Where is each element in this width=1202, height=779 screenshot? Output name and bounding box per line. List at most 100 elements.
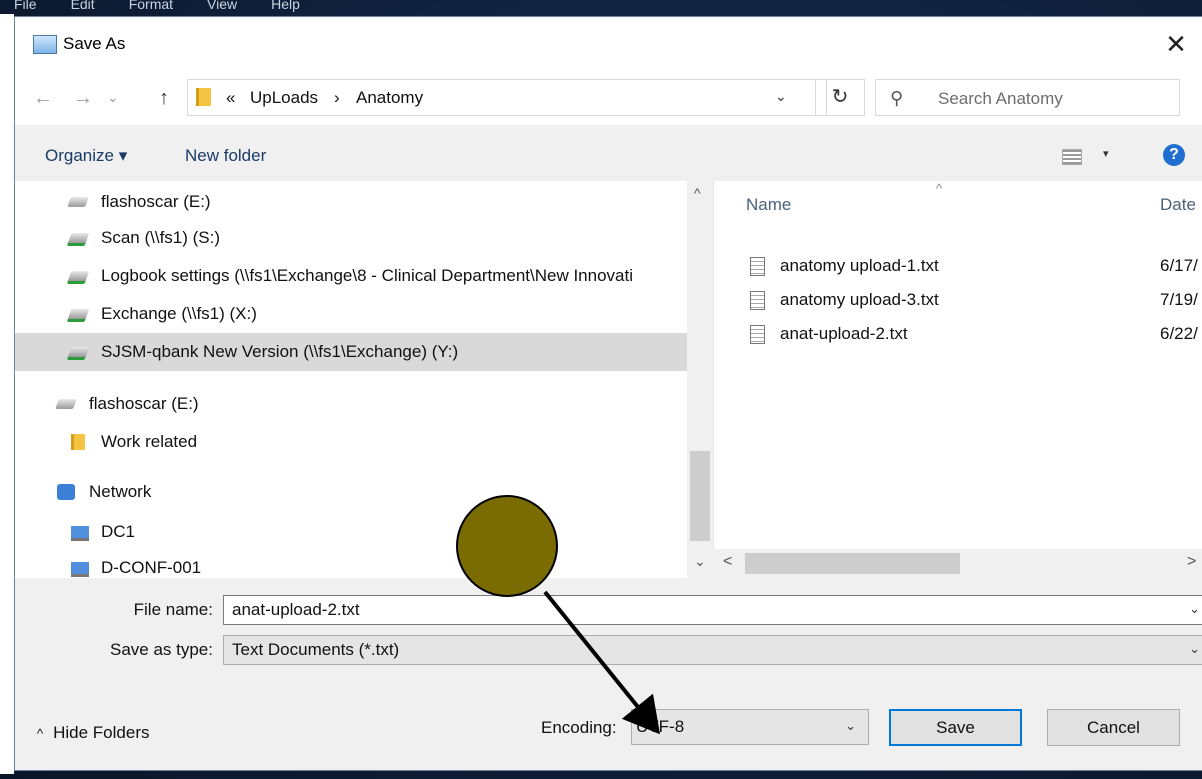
background-menubar: File Edit Format View Help (0, 0, 330, 14)
file-row[interactable]: anat-upload-2.txt 6/22/ (746, 317, 1202, 351)
encoding-label: Encoding: (541, 718, 617, 737)
address-row: ← → ⌄ ↑ « UpLoads › Anatomy ⌄ ↻ ⚲ Search… (15, 73, 1202, 125)
save-button[interactable]: Save (889, 709, 1022, 746)
computer-icon (71, 526, 89, 541)
save-as-type-value: Text Documents (*.txt) (232, 640, 400, 659)
cancel-button[interactable]: Cancel (1047, 709, 1180, 746)
view-dropdown-icon[interactable]: ▾ (1103, 147, 1109, 160)
help-icon[interactable]: ? (1163, 144, 1185, 166)
file-name-label: File name: (133, 600, 213, 619)
chevron-up-icon: ^ (37, 726, 44, 741)
tree-item-label: Work related (101, 432, 198, 451)
column-header-name[interactable]: Name (746, 195, 791, 215)
refresh-icon[interactable]: ↻ (815, 79, 865, 116)
chevron-down-icon[interactable]: ⌄ (1189, 601, 1200, 617)
file-date: 6/22/ (1160, 324, 1198, 343)
network-drive-icon (66, 347, 90, 360)
file-name-field[interactable]: anat-upload-2.txt ⌄ (223, 595, 1202, 625)
file-name-value: anat-upload-2.txt (232, 600, 360, 619)
save-as-type-select[interactable]: Text Documents (*.txt) ⌄ (223, 635, 1202, 665)
text-file-icon (750, 291, 765, 310)
up-arrow-icon[interactable]: ↑ (159, 87, 169, 110)
hide-folders-button[interactable]: ^ Hide Folders (37, 723, 149, 743)
menu-format[interactable]: Format (129, 0, 173, 12)
breadcrumb-uploads[interactable]: UpLoads (250, 88, 318, 108)
tree-item-flashoscar-2[interactable]: flashoscar (E:) (15, 387, 687, 421)
network-icon (57, 484, 75, 500)
title-bar: Save As ✕ (15, 17, 1202, 73)
organize-button[interactable]: Organize ▾ (45, 146, 127, 166)
tree-item-label: flashoscar (E:) (101, 192, 211, 211)
tree-item-exchange[interactable]: Exchange (\\fs1) (X:) (15, 297, 687, 331)
address-bar[interactable]: « UpLoads › Anatomy ⌄ (187, 79, 827, 116)
command-toolbar: Organize ▾ New folder ▾ ? (15, 125, 1202, 181)
tree-item-label: Exchange (\\fs1) (X:) (101, 304, 257, 323)
file-list-scrollbar[interactable]: < > (713, 549, 1202, 578)
chevron-down-icon[interactable]: ⌄ (1189, 641, 1200, 657)
scroll-left-icon[interactable]: < (723, 553, 732, 571)
tree-item-dc1[interactable]: DC1 (15, 515, 687, 549)
file-date: 7/19/ (1160, 290, 1198, 309)
sort-ascending-icon: ^ (936, 181, 943, 196)
folder-icon (196, 88, 211, 106)
tree-item-label: SJSM-qbank New Version (\\fs1\Exchange) … (101, 342, 459, 361)
menu-view[interactable]: View (207, 0, 237, 12)
tree-item-sjsm-qbank[interactable]: SJSM-qbank New Version (\\fs1\Exchange) … (15, 333, 687, 371)
tree-item-network[interactable]: Network (15, 475, 687, 509)
text-file-icon (750, 325, 765, 344)
notepad-icon (33, 35, 57, 54)
close-icon[interactable]: ✕ (1161, 29, 1191, 59)
tree-item-flashoscar[interactable]: flashoscar (E:) (15, 185, 687, 219)
navigation-scrollbar[interactable]: ^ ⌄ (687, 181, 713, 578)
tree-item-d-conf-001[interactable]: D-CONF-001 (15, 551, 687, 578)
tree-item-label: Scan (\\fs1) (S:) (101, 228, 221, 247)
encoding-select[interactable]: UTF-8 ⌄ (631, 709, 869, 745)
breadcrumb-overflow[interactable]: « (226, 88, 235, 108)
network-drive-icon (66, 271, 90, 284)
search-icon: ⚲ (890, 88, 904, 108)
scroll-thumb[interactable] (745, 553, 960, 574)
scroll-down-icon[interactable]: ⌄ (694, 553, 706, 570)
save-as-type-label: Save as type: (109, 640, 213, 659)
drive-icon (67, 197, 89, 207)
back-arrow-icon[interactable]: ← (33, 87, 53, 110)
chevron-down-icon: ⌄ (845, 718, 856, 733)
file-row[interactable]: anatomy upload-3.txt 7/19/ (746, 283, 1202, 317)
file-row[interactable]: anatomy upload-1.txt 6/17/ (746, 249, 1202, 283)
network-drive-icon (66, 233, 90, 246)
menu-edit[interactable]: Edit (71, 0, 95, 12)
scroll-thumb[interactable] (690, 451, 710, 541)
new-folder-button[interactable]: New folder (185, 146, 266, 166)
scroll-right-icon[interactable]: > (1187, 553, 1196, 571)
tree-item-scan[interactable]: Scan (\\fs1) (S:) (15, 221, 687, 255)
save-as-dialog: Save As ✕ ← → ⌄ ↑ « UpLoads › Anatomy ⌄ … (14, 16, 1202, 771)
navigation-pane: flashoscar (E:) Scan (\\fs1) (S:) Logboo… (15, 181, 687, 578)
file-list-pane: ^ Name Date anatomy upload-1.txt 6/17/ an… (713, 181, 1202, 578)
computer-icon (71, 562, 89, 577)
tree-item-work-related[interactable]: Work related (15, 425, 687, 459)
breadcrumb-anatomy[interactable]: Anatomy (356, 88, 423, 108)
encoding-value: UTF-8 (636, 717, 685, 736)
view-options-icon[interactable] (1062, 149, 1082, 165)
search-placeholder: Search Anatomy (938, 89, 1063, 108)
recent-locations-icon[interactable]: ⌄ (107, 89, 119, 106)
menu-help[interactable]: Help (271, 0, 300, 12)
hide-folders-label: Hide Folders (53, 723, 150, 742)
file-date: 6/17/ (1160, 256, 1198, 275)
column-header-date[interactable]: Date (1160, 195, 1196, 215)
tree-item-label: D-CONF-001 (101, 558, 202, 577)
file-name: anatomy upload-3.txt (780, 290, 939, 309)
search-input[interactable]: ⚲ Search Anatomy (875, 79, 1180, 116)
tree-item-label: Logbook settings (\\fs1\Exchange\8 - Cli… (101, 266, 633, 285)
breadcrumb-separator: › (334, 88, 340, 107)
forward-arrow-icon[interactable]: → (73, 87, 93, 110)
scroll-up-icon[interactable]: ^ (694, 185, 701, 201)
tree-item-label: flashoscar (E:) (89, 394, 199, 413)
file-name: anat-upload-2.txt (780, 324, 908, 343)
chevron-down-icon[interactable]: ⌄ (775, 88, 787, 105)
dialog-title: Save As (63, 34, 126, 53)
file-name: anatomy upload-1.txt (780, 256, 939, 275)
tree-item-label: Network (89, 482, 152, 501)
tree-item-logbook[interactable]: Logbook settings (\\fs1\Exchange\8 - Cli… (15, 259, 687, 293)
menu-file[interactable]: File (14, 0, 37, 12)
